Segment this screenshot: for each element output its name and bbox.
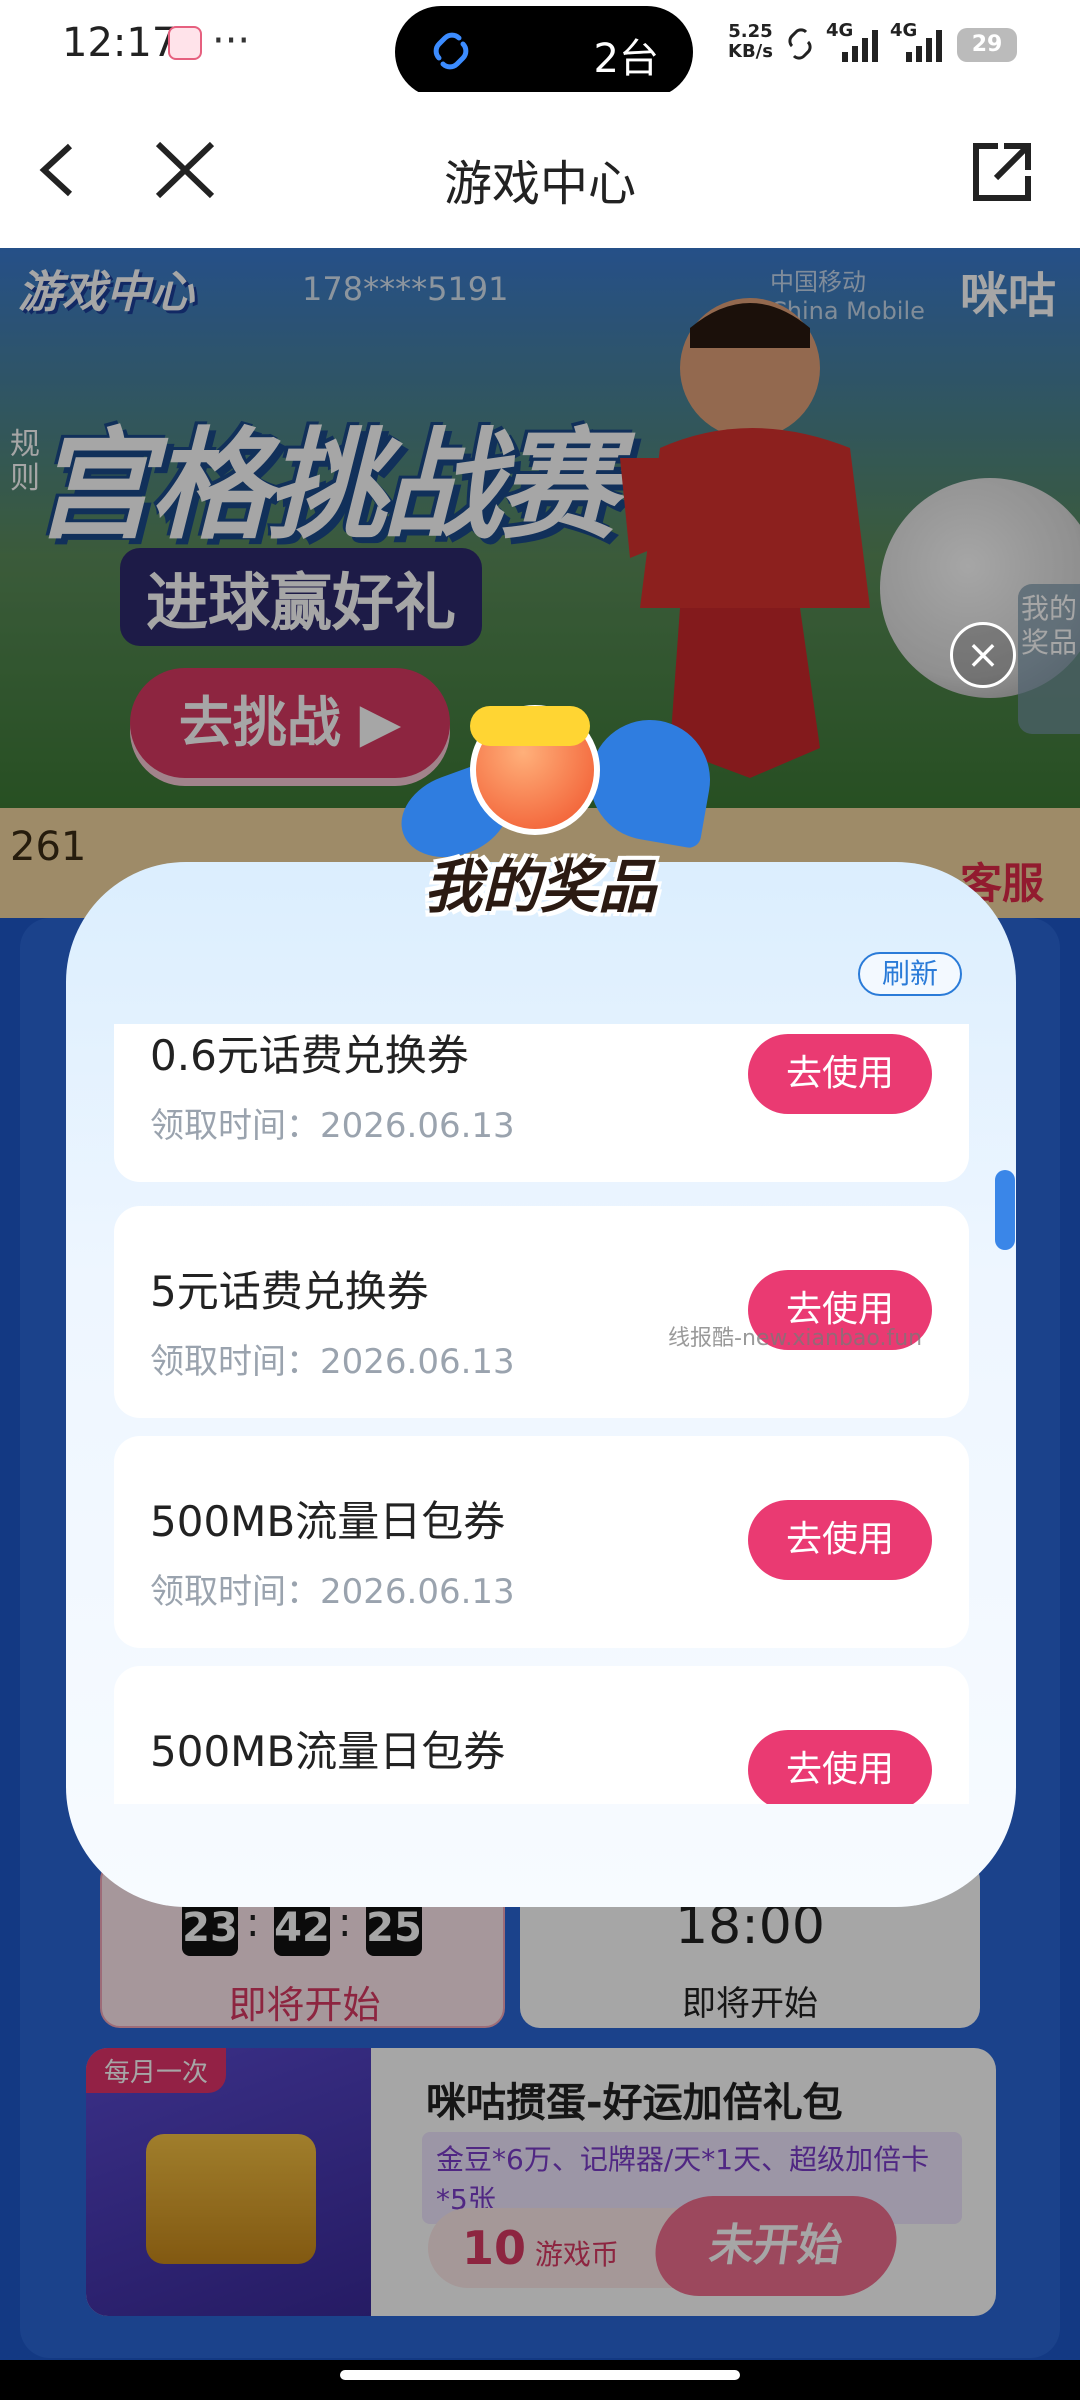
more-notifications-icon: ··· [212, 18, 251, 64]
link-icon [433, 32, 469, 70]
speed-unit: KB/s [728, 41, 773, 62]
status-time: 12:17 [62, 20, 178, 66]
use-button[interactable]: 去使用 [748, 1500, 932, 1580]
prize-item: 500MB流量日包券 领取时间：2026.06.13 去使用 [114, 1666, 969, 1804]
prize-item: 0.6元话费兑换券 领取时间：2026.06.13 去使用 [114, 1024, 969, 1182]
prize-name: 500MB流量日包券 [150, 1727, 506, 1776]
prize-name: 500MB流量日包券 [150, 1497, 506, 1546]
prize-item: 500MB流量日包券 领取时间：2026.06.13 去使用 [114, 1436, 969, 1648]
dialog-title: 我的奖品 [423, 853, 656, 921]
navigation-bar: 游戏中心 [0, 92, 1080, 248]
network-speed: 5.25 KB/s [728, 22, 773, 62]
speed-value: 5.25 [728, 21, 773, 42]
prize-name: 5元话费兑换券 [150, 1267, 429, 1316]
prize-date: 领取时间：2026.06.13 [150, 1106, 515, 1146]
prize-item: 5元话费兑换券 领取时间：2026.06.13 去使用 [114, 1206, 969, 1418]
banner-close-icon[interactable]: × [950, 622, 1016, 688]
status-bar: 12:17 ··· 2台 5.25 KB/s 4G 4G 29 [0, 0, 1080, 98]
mascot-bow-icon [470, 706, 590, 746]
dynamic-island[interactable]: 2台 [395, 6, 693, 98]
refresh-button[interactable]: 刷新 [858, 952, 962, 996]
home-indicator[interactable] [340, 2370, 740, 2380]
page-title: 游戏中心 [443, 156, 636, 212]
app-notification-icon [168, 26, 202, 60]
gesture-bar [0, 2360, 1080, 2400]
prize-name: 0.6元话费兑换券 [150, 1031, 469, 1080]
prize-date: 领取时间：2026.06.13 [150, 1572, 515, 1612]
prize-list[interactable]: 0.6元话费兑换券 领取时间：2026.06.13 去使用 5元话费兑换券 领取… [114, 1024, 969, 1804]
network-type-1: 4G [826, 20, 854, 41]
watermark-text: 线报酷-new.xianbao.fun [668, 1326, 923, 1351]
prize-list-scrollbar[interactable] [995, 1170, 1015, 1250]
prize-date: 领取时间：2026.06.13 [150, 1794, 515, 1804]
use-button[interactable]: 去使用 [748, 1730, 932, 1804]
prize-date: 领取时间：2026.06.13 [150, 1342, 515, 1382]
battery-icon: 29 [957, 28, 1017, 62]
use-button[interactable]: 去使用 [748, 1034, 932, 1114]
network-type-2: 4G [890, 20, 918, 41]
island-text: 2台 [593, 36, 659, 82]
share-icon[interactable] [970, 140, 1034, 204]
